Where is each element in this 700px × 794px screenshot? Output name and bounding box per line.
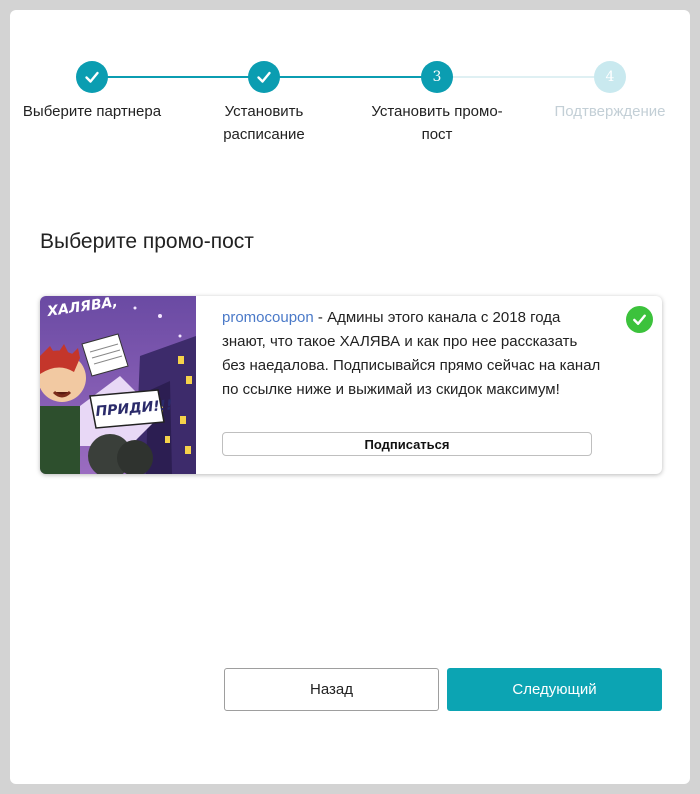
checkmark-icon [85,71,99,83]
step-2-indicator[interactable] [248,61,280,93]
stepper: 3 4 Выберите партнера Установить расписа… [10,10,690,160]
wizard-card: 3 4 Выберите партнера Установить расписа… [10,10,690,784]
step-4-label: Подтверждение [554,103,666,120]
section-title: Выберите промо-пост [40,230,254,253]
step-1-indicator[interactable] [76,61,108,93]
promo-post-image: ХАЛЯВА, ПРИДИ!!! [40,296,196,474]
post-text: promocoupon - Админы этого канала с 2018… [222,306,602,402]
back-button[interactable]: Назад [224,668,439,711]
step-4-indicator: 4 [594,61,626,93]
step-3-indicator[interactable]: 3 [421,61,453,93]
step-connector [436,76,610,78]
step-3-label: Установить промо-пост [371,103,503,143]
step-connector [92,76,264,78]
next-button[interactable]: Следующий [447,668,662,711]
step-number: 4 [605,69,615,85]
subscribe-button[interactable]: Подписаться [222,432,592,456]
step-number: 3 [432,69,442,85]
checkmark-icon [257,71,271,83]
check-circle-icon [626,306,653,333]
step-connector [264,76,436,78]
step-2-label: Установить расписание [223,103,305,143]
channel-link[interactable]: promocoupon [222,309,314,326]
step-1-label: Выберите партнера [22,103,162,120]
promo-post-card[interactable]: ХАЛЯВА, ПРИДИ!!! promocoupon - Админы эт… [40,296,662,474]
